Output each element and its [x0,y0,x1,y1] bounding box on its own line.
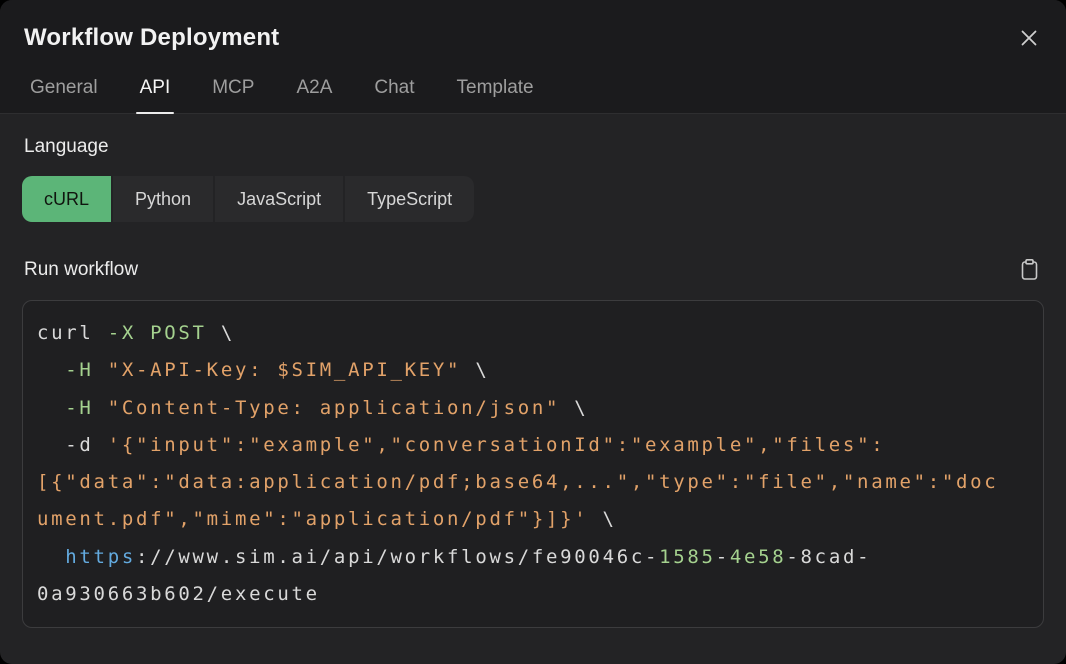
clipboard-icon [1019,258,1040,282]
tab-chat[interactable]: Chat [374,77,414,113]
run-workflow-label: Run workflow [24,259,138,281]
language-option-python[interactable]: Python [113,176,213,222]
code-line: -d '{"input":"example","conversationId":… [37,427,1029,464]
code-line: ument.pdf","mime":"application/pdf"}]}' … [37,501,1029,538]
code-line: curl -X POST \ [37,315,1029,352]
language-selector: cURL Python JavaScript TypeScript [22,176,474,222]
page-title: Workflow Deployment [24,24,279,52]
close-button[interactable] [1016,25,1042,51]
tab-mcp[interactable]: MCP [212,77,254,113]
language-option-typescript[interactable]: TypeScript [345,176,474,222]
api-tab-panel: Language cURL Python JavaScript TypeScri… [0,114,1066,664]
copy-button[interactable] [1017,256,1042,284]
tab-a2a[interactable]: A2A [296,77,332,113]
code-line: https://www.sim.ai/api/workflows/fe90046… [37,539,1029,576]
code-line: -H "Content-Type: application/json" \ [37,390,1029,427]
modal-header: Workflow Deployment General API MCP A2A … [0,0,1066,114]
tab-api[interactable]: API [140,77,171,113]
workflow-deployment-modal: Workflow Deployment General API MCP A2A … [0,0,1066,664]
tab-general[interactable]: General [30,77,98,113]
language-option-curl[interactable]: cURL [22,176,111,222]
code-line: [{"data":"data:application/pdf;base64,..… [37,464,1029,501]
language-label: Language [24,136,1042,158]
tab-template[interactable]: Template [457,77,534,113]
close-icon [1018,27,1040,49]
tab-bar: General API MCP A2A Chat Template [24,77,1042,113]
code-block[interactable]: curl -X POST \ -H "X-API-Key: $SIM_API_K… [22,300,1044,628]
language-option-javascript[interactable]: JavaScript [215,176,343,222]
code-line: 0a930663b602/execute [37,576,1029,613]
code-line: -H "X-API-Key: $SIM_API_KEY" \ [37,352,1029,389]
